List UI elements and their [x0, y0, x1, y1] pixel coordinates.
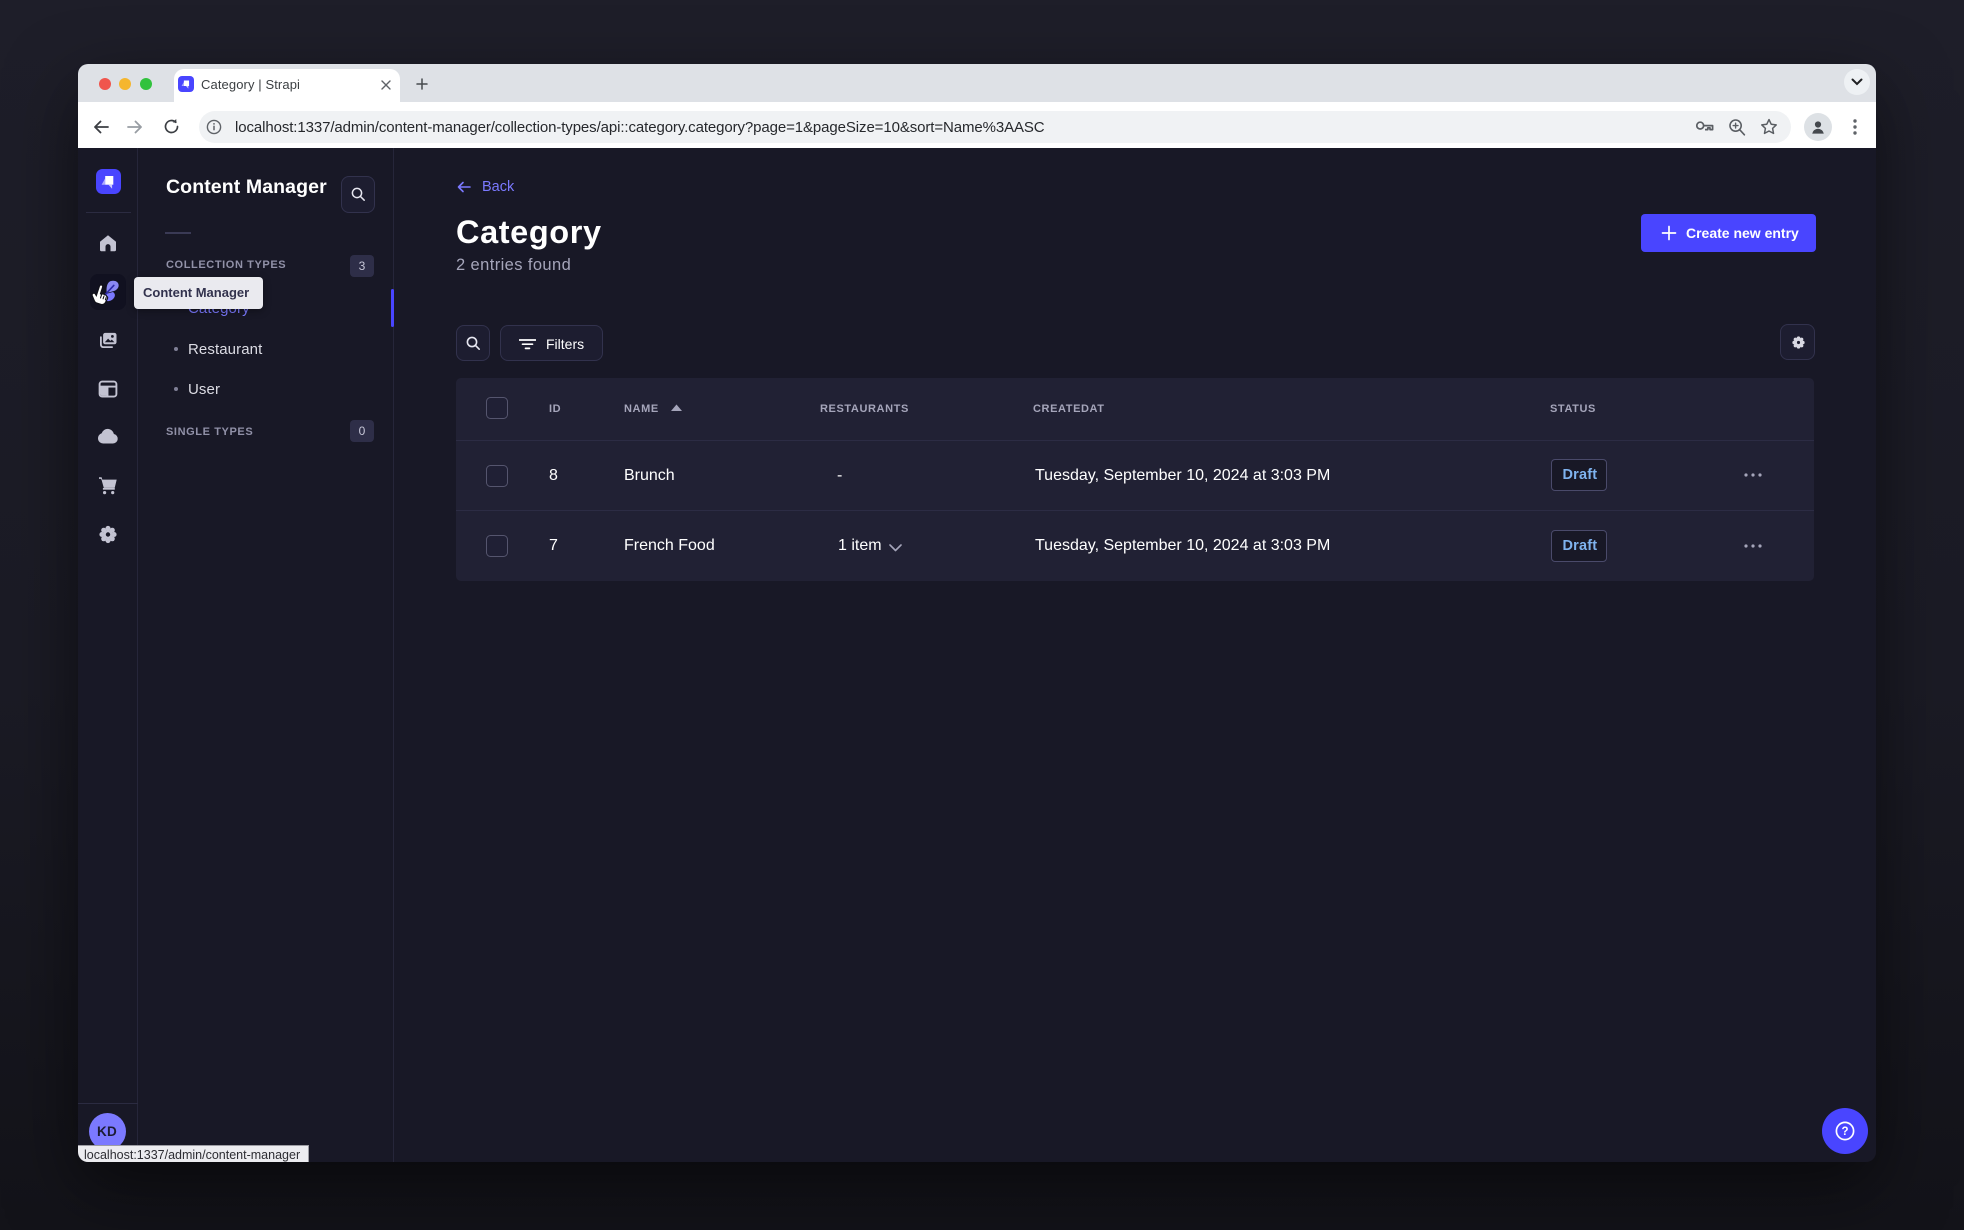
svg-text:?: ?: [1841, 1126, 1848, 1138]
